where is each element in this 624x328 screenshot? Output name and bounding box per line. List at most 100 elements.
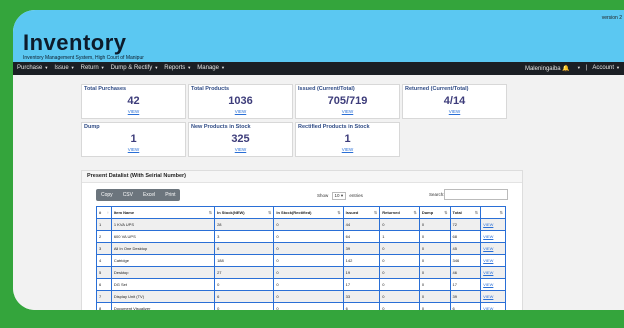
view-link[interactable]: VIEW [480,218,506,231]
column-header[interactable]: # ↑ [96,206,112,219]
column-header[interactable]: Item Name ⇅ [110,206,216,219]
view-link[interactable]: VIEW [480,254,506,267]
table-row: 6 DG Set 0 0 17 0 0 17 VIEW [96,278,506,291]
table-cell: Document Visualizer [110,302,216,310]
table-cell: 27 [214,266,275,279]
table-cell: 5 [96,266,112,279]
card-issued: Issued (Current/Total) 705/719 VIEW [295,84,400,119]
nav-dump-rectify[interactable]: Dump & Rectify ▼ [111,65,159,71]
table-cell: 0 [418,290,451,303]
card-view-link[interactable]: VIEW [82,109,185,114]
entries-label: entries [349,193,363,198]
card-rectified-in-stock: Rectified Products in Stock 1 VIEW [295,122,400,157]
show-label: Show [317,193,329,198]
app-screen: Inventory Inventory Management System, H… [13,10,624,310]
table-cell: DG Set [110,278,216,291]
copy-button[interactable]: Copy [96,189,118,201]
card-view-link[interactable]: VIEW [296,147,399,152]
sort-icon: ⇅ [268,210,272,215]
nav-issue[interactable]: Issue ▼ [54,65,74,71]
print-button[interactable]: Print [160,189,180,201]
table-cell: 45 [449,242,482,255]
nav-user[interactable]: Maleningaiba 🔔 [525,65,570,72]
table-cell: 39 [449,290,482,303]
column-header[interactable]: In Stock(NEW) ⇅ [214,206,275,219]
nav-account[interactable]: Account ▼ [592,65,620,72]
search-label: Search: [429,192,445,197]
table-row: 2 600 VA UPS 3 0 64 1 0 68 VIEW [96,230,506,243]
column-header[interactable]: Total ⇅ [449,206,482,219]
csv-button[interactable]: CSV [118,189,138,201]
table-cell: 6 [214,242,275,255]
card-view-link[interactable]: VIEW [189,109,292,114]
table-cell: 28 [214,218,275,231]
search-input[interactable] [444,189,508,200]
table-cell: 0 [379,218,420,231]
card-view-link[interactable]: VIEW [189,147,292,152]
nav-reports[interactable]: Reports ▼ [164,65,191,71]
chevron-down-icon: ▼ [220,65,225,70]
excel-button[interactable]: Excel [138,189,160,201]
card-label: Dump [84,124,100,130]
view-link[interactable]: VIEW [480,278,506,291]
card-view-link[interactable]: VIEW [82,147,185,152]
nav-manage[interactable]: Manage ▼ [197,65,225,71]
table-cell: Desktop [110,266,216,279]
card-total-purchases: Total Purchases 42 VIEW [81,84,186,119]
chevron-down-icon: ▼ [44,65,49,70]
table-cell: 0 [418,218,451,231]
card-value: 1036 [228,95,253,107]
chevron-down-icon: ▼ [154,65,159,70]
card-view-link[interactable]: VIEW [296,109,399,114]
table-cell: 6 [342,302,381,310]
view-link[interactable]: VIEW [480,302,506,310]
table-row: 7 Display Unit (TV) 6 0 33 0 0 39 VIEW [96,290,506,303]
table-cell: 39 [342,242,381,255]
card-label: Rectified Products in Stock [298,124,370,130]
table-cell: 0 [273,254,344,267]
table-cell: 44 [342,218,381,231]
table-cell: 0 [273,266,344,279]
view-link[interactable]: VIEW [480,290,506,303]
sort-icon: ⇅ [499,210,503,215]
chevron-down-icon: ▼ [616,65,620,70]
bell-icon: 🔔 [562,66,570,72]
table-row: 5 Desktop 27 0 19 0 0 46 VIEW [96,266,506,279]
table-cell: 0 [273,302,344,310]
table-cell: 0 [379,266,420,279]
export-buttons: Copy CSV Excel Print [96,189,181,201]
table-cell: 1 KVA UPS [110,218,216,231]
card-value: 1 [344,133,351,145]
view-link[interactable]: VIEW [480,266,506,279]
view-link[interactable]: VIEW [480,230,506,243]
table-row: 8 Document Visualizer 0 0 6 0 0 6 VIEW [96,302,506,310]
card-view-link[interactable]: VIEW [403,109,506,114]
table-cell: 64 [342,230,381,243]
table-cell: 7 [96,290,112,303]
view-link[interactable]: VIEW [480,242,506,255]
panel-header: Present Datalist (With Seirial Number) [82,171,522,183]
chevron-down-icon: ▼ [187,65,192,70]
table-cell: 0 [418,230,451,243]
nav-purchase[interactable]: Purchase ▼ [17,65,48,71]
sort-icon: ↑ [106,210,109,215]
chevron-down-icon: ▼ [70,65,75,70]
table-cell: 0 [273,218,344,231]
entries-select[interactable]: 10 ▾ [331,192,347,200]
table-cell: 0 [379,278,420,291]
column-header[interactable]: ⇅ [480,206,506,219]
chevron-down-icon: ▼ [576,65,581,70]
entries-length: Show 10 ▾ entries [317,192,363,200]
column-header[interactable]: Returned ⇅ [379,206,420,219]
column-header[interactable]: Issued ⇅ [342,206,381,219]
notification-caret[interactable]: ▼ [575,65,581,72]
card-label: Total Purchases [84,86,127,92]
inventory-table: # ↑ Item Name ⇅ In Stock(NEW) ⇅ In Stock(Re… [96,206,506,310]
table-header-row: # ↑ Item Name ⇅ In Stock(NEW) ⇅ In Stock(Re… [96,206,506,219]
column-header[interactable]: In Stock(Rectified) ⇅ [273,206,344,219]
table-cell: 17 [449,278,482,291]
table-cell: 1 [379,230,420,243]
card-label: Issued (Current/Total) [298,86,355,92]
nav-return[interactable]: Return ▼ [81,65,105,71]
column-header[interactable]: Dump ⇅ [418,206,451,219]
